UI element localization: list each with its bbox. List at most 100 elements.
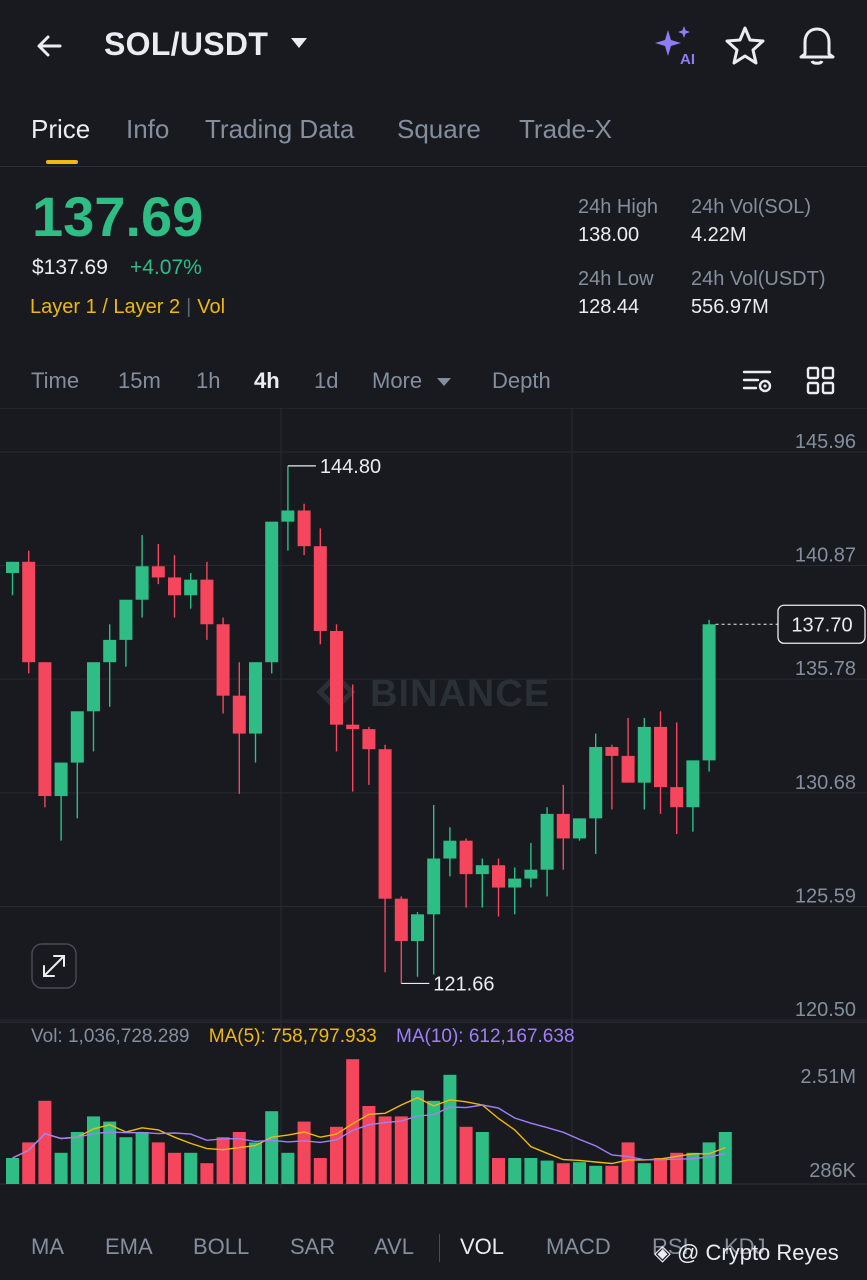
ind-avl[interactable]: AVL [374,1234,414,1260]
watermark-text: @ Crypto Reyes [677,1240,839,1265]
volume-bar [654,1158,667,1184]
volume-bar [556,1163,570,1184]
volume-bar [151,1142,165,1184]
volume-bar [6,1158,19,1184]
candle-down [492,865,505,888]
volume-bar [200,1163,214,1184]
volume-bar [459,1126,473,1184]
volume-bar [508,1158,522,1184]
ind-ema[interactable]: EMA [105,1234,153,1260]
volume-bar [411,1090,424,1184]
price-tick-label: 135.78 [795,658,856,680]
candle-up [702,624,716,761]
vol-usdt-value: 556.97M [691,296,769,318]
volume-bar [378,1116,392,1184]
candle-up [411,914,424,942]
candle-down [459,840,473,875]
candle-up [475,865,489,875]
tf-4h[interactable]: 4h [254,368,280,394]
candle-up [119,599,133,640]
candle-down [330,630,343,725]
candle-up [443,840,457,859]
candle-down [216,624,230,696]
tf-1d[interactable]: 1d [314,368,338,394]
candle-down [38,662,52,797]
volume-bar [22,1142,36,1184]
tab-trade-x[interactable]: Trade-X [519,114,612,145]
indicator-divider [439,1234,440,1262]
volume-bar [702,1142,716,1184]
bell-icon[interactable] [796,22,838,66]
price-chart[interactable]: 145.96 140.87 135.78 130.68 125.59 120.50 BINA… [0,408,867,1188]
vol-ma5: MA(5): 758,797.933 [208,1026,377,1047]
candle-down [605,746,619,756]
svg-text:AI: AI [680,51,695,68]
tf-time[interactable]: Time [31,368,79,394]
candle-up [54,762,68,797]
tf-1h[interactable]: 1h [196,368,220,394]
ind-macd[interactable]: MACD [546,1234,611,1260]
candle-up [589,746,603,819]
candle-up [686,760,700,808]
candle-down [654,726,667,788]
ai-sparkle-icon[interactable]: AI [652,24,698,68]
volume-bar [492,1158,505,1184]
candle-down [200,579,214,625]
star-icon[interactable] [724,24,766,66]
tab-info[interactable]: Info [126,114,169,145]
tab-trading-data[interactable]: Trading Data [205,114,354,145]
more-caret-icon[interactable] [436,376,452,388]
vol-usdt-label: 24h Vol(USDT) [691,268,826,290]
candle-up [524,869,538,879]
volume-bar [718,1132,732,1184]
usd-price: $137.69 [32,256,108,279]
tag-layer[interactable]: Layer 1 / Layer 2 [30,296,180,318]
candle-down [670,787,684,808]
candle-up [184,579,198,596]
current-price-label: 137.70 [791,614,852,636]
candle-down [22,561,36,663]
candle-down [232,695,246,734]
creator-watermark: ◈ @ Crypto Reyes [654,1240,839,1265]
candle-down [151,566,165,578]
candle-up [427,858,441,915]
caret-down-icon[interactable] [290,36,308,50]
ind-sar[interactable]: SAR [290,1234,335,1260]
volume-bar [573,1162,586,1184]
tf-15m[interactable]: 15m [118,368,161,394]
ind-boll[interactable]: BOLL [193,1234,249,1260]
tf-depth[interactable]: Depth [492,368,551,394]
volume-bar [637,1163,651,1184]
tab-square[interactable]: Square [397,114,481,145]
candle-down [621,755,635,783]
low-label: 24h Low [578,268,654,290]
tf-more[interactable]: More [372,368,422,394]
candle-up [103,639,117,663]
last-price: 137.69 [32,185,204,248]
grid-layout-icon[interactable] [806,366,836,396]
volume-bar [184,1152,198,1184]
volume-bar [540,1160,554,1184]
ind-vol[interactable]: VOL [460,1234,504,1260]
indicator-settings-icon[interactable] [742,366,774,398]
back-arrow-icon[interactable] [30,26,70,66]
candle-up [637,726,651,783]
candle-down [378,749,392,899]
ind-ma[interactable]: MA [31,1234,64,1260]
candle-down [313,546,327,631]
price-tick-label: 120.50 [795,999,856,1021]
top-bar: SOL/USDT AI [0,0,867,90]
tab-price[interactable]: Price [31,114,90,145]
high-value: 138.00 [578,224,640,246]
candle-up [573,818,586,839]
pair-title[interactable]: SOL/USDT [104,26,268,63]
volume-bar [686,1152,700,1184]
min-price-label: 121.66 [433,973,494,995]
category-tags: Layer 1 / Layer 2 | Vol [30,296,226,318]
volume-bar [589,1165,603,1184]
volume-bar [281,1152,295,1184]
candle-down [556,813,570,839]
volume-bar [394,1116,408,1184]
vol-sol-value: 4.22M [691,224,747,246]
tag-vol[interactable]: Vol [197,296,225,318]
